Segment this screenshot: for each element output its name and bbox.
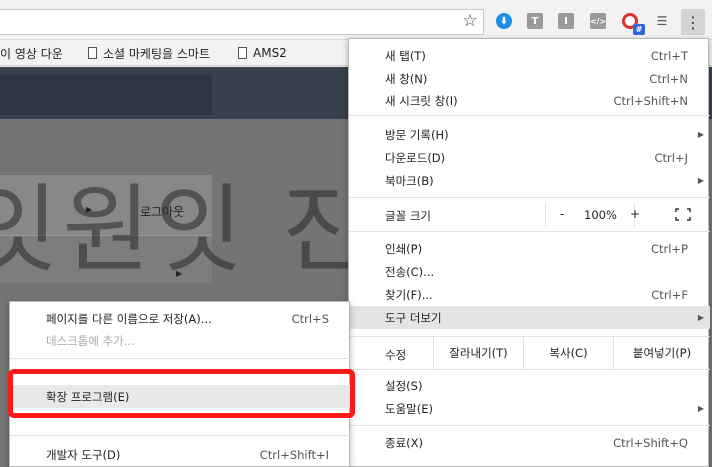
header-panel xyxy=(0,75,212,115)
chevron-right-icon: ▶ xyxy=(176,269,183,278)
menu-label: 북마크(B) xyxy=(385,173,434,188)
zoom-level: 100% xyxy=(584,208,617,222)
bookmark-label: AMS2 xyxy=(253,46,287,60)
menu-label: 찾기(F)... xyxy=(385,287,433,302)
menu-label: 종료(X) xyxy=(385,435,424,450)
cut-button[interactable]: 잘라내기(T) xyxy=(433,337,523,369)
menu-item-downloads[interactable]: 다운로드(D) Ctrl+J xyxy=(349,146,710,169)
paste-button[interactable]: 붙여넣기(P) xyxy=(613,337,710,369)
submenu-item-add-to-desktop: 데스크톱에 추가... xyxy=(10,329,351,352)
submenu-arrow-icon: ▶ xyxy=(697,130,704,139)
menu-divider xyxy=(349,231,710,232)
chevron-right-icon: ▶ xyxy=(86,205,93,214)
bookmark-star-icon[interactable]: ☆ xyxy=(461,12,479,30)
menu-shortcut: Ctrl+S xyxy=(291,311,329,326)
menu-shortcut: Ctrl+J xyxy=(654,150,689,165)
zoom-controls: - 100% + xyxy=(545,203,640,227)
menu-shortcut: Ctrl+Shift+Q xyxy=(613,435,688,450)
address-bar[interactable] xyxy=(0,9,484,35)
browser-toolbar: ☆ ⬇ T I </> # ☰ ⋮ xyxy=(0,0,712,40)
menu-label: 페이지를 다른 이름으로 저장(A)... xyxy=(46,311,212,326)
chrome-menu-button[interactable]: ⋮ xyxy=(681,9,705,35)
menu-divider xyxy=(349,115,710,116)
download-extension-icon[interactable]: ⬇ xyxy=(496,13,512,29)
menu-shortcut: Ctrl+Shift+I xyxy=(259,447,329,462)
submenu-arrow-icon: ▶ xyxy=(697,404,704,413)
menu-item-settings[interactable]: 설정(S) xyxy=(349,374,710,397)
menu-label: 다운로드(D) xyxy=(385,150,446,165)
menu-item-new-window[interactable]: 새 창(N) Ctrl+N xyxy=(349,67,710,90)
menu-shortcut: Ctrl+N xyxy=(649,71,688,86)
menu-item-history[interactable]: 방문 기록(H) ▶ xyxy=(349,123,710,146)
menu-item-new-tab[interactable]: 새 탭(T) Ctrl+T xyxy=(349,44,710,67)
menu-label: 새 탭(T) xyxy=(385,48,426,63)
copy-button[interactable]: 복사(C) xyxy=(523,337,613,369)
menu-label: 개발자 도구(D) xyxy=(46,447,121,462)
menu-label: 방문 기록(H) xyxy=(385,127,449,142)
bookmark-label: 소셜 마케팅을 스마트 xyxy=(103,46,210,61)
submenu-item-save-page[interactable]: 페이지를 다른 이름으로 저장(A)... Ctrl+S xyxy=(10,307,351,330)
list-extension-icon[interactable]: ☰ xyxy=(654,13,670,29)
menu-item-help[interactable]: 도움말(E) ▶ xyxy=(349,397,710,420)
t-extension-icon[interactable]: T xyxy=(527,13,543,29)
menu-label: 설정(S) xyxy=(385,378,423,393)
bookmark-item[interactable]: AMS2 xyxy=(238,45,287,61)
menu-item-find[interactable]: 찾기(F)... Ctrl+F xyxy=(349,283,710,306)
menu-item-cast[interactable]: 전송(C)... xyxy=(349,260,710,283)
edit-row: 수정 잘라내기(T) 복사(C) 붙여넣기(P) xyxy=(349,336,710,370)
menu-shortcut: Ctrl+Shift+N xyxy=(613,93,688,108)
submenu-arrow-icon: ▶ xyxy=(697,176,704,185)
bookmark-item[interactable]: 이 영상 다운 xyxy=(0,45,63,61)
submenu-item-extensions[interactable]: 확장 프로그램(E) xyxy=(10,385,351,408)
submenu-arrow-icon: ▶ xyxy=(697,313,704,322)
submenu-item-devtools[interactable]: 개발자 도구(D) Ctrl+Shift+I xyxy=(10,443,351,466)
color-picker-extension-icon[interactable]: # xyxy=(622,13,645,35)
menu-divider xyxy=(10,435,351,436)
logout-link[interactable]: 로그아웃 xyxy=(140,203,184,220)
menu-label: 새 창(N) xyxy=(385,71,428,86)
menu-label: 확장 프로그램(E) xyxy=(46,389,130,404)
zoom-row: 글꼴 크기 - 100% + xyxy=(349,203,710,227)
i-extension-icon[interactable]: I xyxy=(558,13,574,29)
bookmark-item[interactable]: 소셜 마케팅을 스마트 xyxy=(88,45,224,61)
menu-label: 데스크톱에 추가... xyxy=(46,333,135,348)
menu-label: 인쇄(P) xyxy=(385,241,423,256)
menu-divider xyxy=(349,197,710,198)
page-icon xyxy=(238,47,247,59)
zoom-in-button[interactable]: + xyxy=(630,207,640,221)
menu-divider xyxy=(10,358,351,359)
code-extension-icon[interactable]: </> xyxy=(590,13,606,29)
menu-item-print[interactable]: 인쇄(P) Ctrl+P xyxy=(349,237,710,260)
menu-label: 전송(C)... xyxy=(385,264,435,279)
menu-shortcut: Ctrl+F xyxy=(651,287,688,302)
more-tools-submenu: 페이지를 다른 이름으로 저장(A)... Ctrl+S 데스크톱에 추가...… xyxy=(9,301,351,467)
chrome-main-menu: 새 탭(T) Ctrl+T 새 창(N) Ctrl+N 새 시크릿 창(I) C… xyxy=(348,38,710,467)
menu-divider xyxy=(349,425,710,426)
zoom-label: 글꼴 크기 xyxy=(385,209,431,223)
bookmark-label: 이 영상 다운 xyxy=(0,46,63,61)
menu-item-exit[interactable]: 종료(X) Ctrl+Shift+Q xyxy=(349,431,710,454)
zoom-out-button[interactable]: - xyxy=(560,207,564,221)
menu-item-incognito[interactable]: 새 시크릿 창(I) Ctrl+Shift+N xyxy=(349,89,710,112)
page-icon xyxy=(88,47,97,59)
menu-label: 도움말(E) xyxy=(385,401,433,416)
edit-label: 수정 xyxy=(385,348,407,362)
menu-shortcut: Ctrl+P xyxy=(650,241,688,256)
hash-badge-icon: # xyxy=(633,24,645,35)
fullscreen-icon[interactable] xyxy=(675,208,691,221)
menu-shortcut: Ctrl+T xyxy=(650,48,688,63)
menu-item-more-tools[interactable]: 도구 더보기 ▶ xyxy=(349,306,710,329)
menu-item-bookmarks[interactable]: 북마크(B) ▶ xyxy=(349,169,710,192)
menu-label: 새 시크릿 창(I) xyxy=(385,93,458,108)
menu-label: 도구 더보기 xyxy=(385,310,442,325)
